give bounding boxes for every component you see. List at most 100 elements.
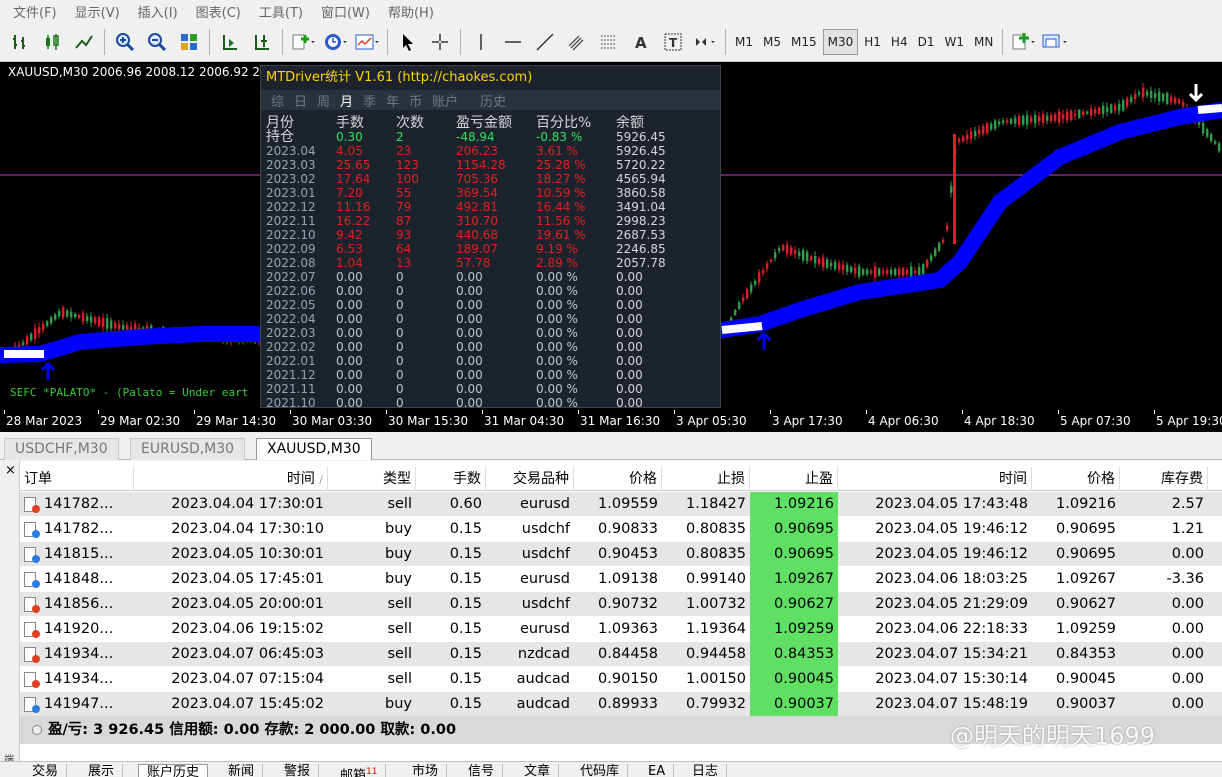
menu-view[interactable]: 显示(V)	[66, 2, 129, 21]
auto-scroll-icon[interactable]	[247, 27, 277, 57]
vertical-line-icon[interactable]	[466, 27, 496, 57]
stats-tab-currency[interactable]: 币	[409, 91, 422, 110]
terminal-tab[interactable]: 日志	[684, 764, 728, 777]
zoom-in-icon[interactable]	[110, 27, 140, 57]
col-type[interactable]: 类型	[328, 467, 416, 491]
stats-tab-month[interactable]: 月	[340, 91, 353, 110]
timeframe-d1[interactable]: D1	[914, 29, 939, 55]
terminal-tab[interactable]: 市场	[404, 764, 448, 777]
chart-shift-icon[interactable]	[215, 27, 245, 57]
table-row[interactable]: 141856... 2023.04.05 20:00:01 sell 0.15 usdc…	[20, 592, 1222, 617]
stats-tab-overview[interactable]: 综	[271, 91, 284, 110]
terminal-tab[interactable]: 信号	[460, 764, 504, 777]
menu-tools[interactable]: 工具(T)	[250, 2, 312, 21]
timeframe-h1[interactable]: H1	[860, 29, 885, 55]
new-chart-icon[interactable]	[1008, 27, 1038, 57]
menu-window[interactable]: 窗口(W)	[312, 2, 379, 21]
table-row[interactable]: 141934... 2023.04.07 07:15:04 sell 0.15 audc…	[20, 667, 1222, 692]
col-lots[interactable]: 手数	[416, 467, 486, 491]
col-order[interactable]: 订单	[20, 467, 134, 491]
table-row[interactable]: 141782... 2023.04.04 17:30:01 sell 0.60 euru…	[20, 492, 1222, 517]
crosshair-icon[interactable]	[425, 27, 455, 57]
chart-tab-eurusd[interactable]: EURUSD,M30	[130, 438, 246, 460]
zoom-out-icon[interactable]	[142, 27, 172, 57]
horizontal-line-icon[interactable]	[498, 27, 528, 57]
indicators-icon[interactable]	[288, 27, 318, 57]
col-open-price[interactable]: 价格	[574, 467, 662, 491]
terminal-tab[interactable]: EA	[640, 764, 675, 777]
timeframe-m5[interactable]: M5	[759, 29, 785, 55]
stats-tab-history[interactable]: 历史	[480, 91, 506, 110]
stats-tab-quarter[interactable]: 季	[363, 91, 376, 110]
stats-cell-count: 13	[396, 256, 412, 270]
menu-charts[interactable]: 图表(C)	[187, 2, 250, 21]
timeframe-h4[interactable]: H4	[887, 29, 912, 55]
table-row[interactable]: 141782... 2023.04.04 17:30:10 buy 0.15 usdch…	[20, 517, 1222, 542]
candle-body	[1158, 91, 1161, 102]
stats-cell-pct: 2.89 %	[536, 256, 578, 270]
terminal-tab[interactable]: 警报	[276, 764, 320, 777]
cell-symbol: nzdcad	[517, 646, 570, 662]
stats-tab-day[interactable]: 日	[294, 91, 307, 110]
candlestick-icon[interactable]	[37, 27, 67, 57]
timeframe-m1[interactable]: M1	[731, 29, 757, 55]
timeframe-w1[interactable]: W1	[940, 29, 968, 55]
line-chart-icon[interactable]	[69, 27, 99, 57]
menu-file[interactable]: 文件(F)	[4, 2, 66, 21]
stats-cell-month: 2021.10	[266, 396, 316, 408]
col-close-price[interactable]: 价格	[1032, 467, 1120, 491]
terminal-tab-label: 市场	[412, 764, 439, 777]
col-sl[interactable]: 止损	[662, 467, 750, 491]
terminal-tab[interactable]: 交易	[24, 764, 68, 777]
table-row[interactable]: 141947... 2023.04.07 15:45:02 buy 0.15 audca…	[20, 692, 1222, 717]
terminal-tab[interactable]: 账户历史	[138, 764, 209, 777]
stats-tab-year[interactable]: 年	[386, 91, 399, 110]
candle-body	[806, 252, 809, 262]
timeframe-mn[interactable]: MN	[970, 29, 997, 55]
cell-open-price: 0.90150	[598, 671, 658, 687]
stats-tab-account[interactable]: 账户	[432, 91, 458, 110]
col-symbol[interactable]: 交易品种	[486, 467, 574, 491]
equidistant-channel-icon[interactable]	[562, 27, 592, 57]
terminal-tab[interactable]: 邮箱11	[332, 764, 387, 777]
terminal-tab[interactable]: 代码库	[572, 764, 629, 777]
table-row[interactable]: 141934... 2023.04.07 06:45:03 sell 0.15 nzdc…	[20, 642, 1222, 667]
bar-chart-icon[interactable]	[5, 27, 35, 57]
cursor-icon[interactable]	[393, 27, 423, 57]
candle-body	[994, 120, 997, 129]
stats-cell-month: 2022.01	[266, 354, 316, 368]
text-icon[interactable]: A	[626, 27, 656, 57]
table-row[interactable]: 141920... 2023.04.06 19:15:02 sell 0.15 euru…	[20, 617, 1222, 642]
table-row[interactable]: 141848... 2023.04.05 17:45:01 buy 0.15 eurus…	[20, 567, 1222, 592]
stats-tab-week[interactable]: 周	[317, 91, 330, 110]
close-icon[interactable]: ×	[5, 463, 16, 478]
tile-windows-icon[interactable]	[174, 27, 204, 57]
terminal-tab[interactable]: 新闻	[220, 764, 264, 777]
chart-tab-xauusd[interactable]: XAUUSD,M30	[256, 438, 372, 460]
order-dot-shape	[32, 579, 40, 588]
col-open-time[interactable]: 时间 /	[134, 467, 328, 491]
stats-cell-month: 持仓	[266, 129, 294, 145]
menu-insert[interactable]: 插入(I)	[129, 2, 187, 21]
fibonacci-icon[interactable]	[594, 27, 624, 57]
templates-icon[interactable]	[352, 27, 382, 57]
timeframe-m15[interactable]: M15	[787, 29, 821, 55]
candle-body	[126, 325, 129, 331]
col-swap[interactable]: 库存费	[1120, 467, 1208, 491]
col-tp[interactable]: 止盈	[750, 467, 838, 491]
terminal-tab[interactable]: 文章	[516, 764, 560, 777]
trend-line-icon[interactable]	[530, 27, 560, 57]
col-close-time[interactable]: 时间	[838, 467, 1032, 491]
text-label-icon[interactable]: T	[658, 27, 688, 57]
timeframe-m30[interactable]: M30	[822, 28, 859, 55]
price-chart[interactable]: XAUUSD,M30 2006.96 2008.12 2006.92 2 SEF…	[0, 62, 1222, 410]
terminal-tab[interactable]: 展示	[80, 764, 124, 777]
cell-type: buy	[385, 546, 412, 562]
candle-body	[94, 317, 97, 324]
chart-tab-usdchf[interactable]: USDCHF,M30	[4, 438, 119, 460]
arrows-icon[interactable]	[690, 27, 720, 57]
profiles-icon[interactable]	[1040, 27, 1070, 57]
table-row[interactable]: 141815... 2023.04.05 10:30:01 buy 0.15 usdch…	[20, 542, 1222, 567]
menu-help[interactable]: 帮助(H)	[379, 2, 443, 21]
periods-clock-icon[interactable]	[320, 27, 350, 57]
